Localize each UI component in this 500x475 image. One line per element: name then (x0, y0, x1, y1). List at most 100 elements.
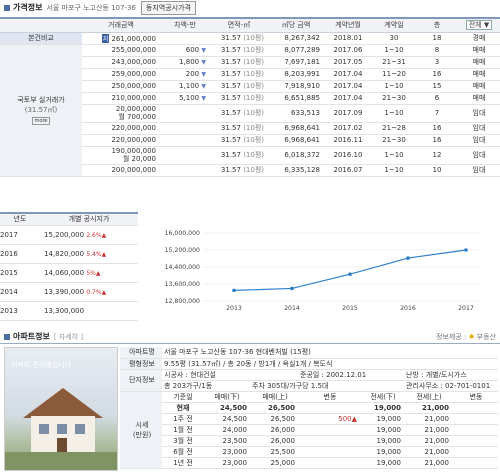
jeonse-low: 19,000 (360, 402, 404, 414)
col-sale-high: 매매(上) (250, 391, 298, 403)
apt-name: 서울 마포구 노고산동 107-36 현대벤처빌 (15평) (162, 347, 499, 359)
x-tick-label: 2015 (342, 305, 358, 312)
contract-day: 1~10 (372, 80, 416, 93)
price-per-sqm: 633,513 (268, 104, 324, 123)
floor: 15 (416, 80, 458, 93)
contract-ym: 2016.11 (324, 134, 372, 147)
y-tick-label: 15,200,000 (165, 247, 200, 254)
price-row: 본건비교 지 261,000,000 31.57 (10평) 8,267,342 2018… (0, 32, 500, 45)
sale-low: 23,500 (202, 435, 250, 447)
col-contract-day: 계약일 (372, 17, 416, 33)
deal-price: 지 261,000,000 (82, 32, 160, 45)
market-row: 1월 전 24,000 26,000 19,000 21,000 (120, 424, 499, 436)
area: 31.57 (10평) (210, 146, 268, 165)
type-filter-select[interactable]: 전체 ▼ (465, 20, 493, 31)
jeonse-low: 19,000 (360, 446, 404, 458)
sale-low: 24,500 (202, 402, 250, 414)
molit-real-price-label: 국토부 실거래가 (31.57㎡) more (0, 44, 82, 177)
floor: 16 (416, 68, 458, 81)
apt-heating: 난방 : 개별/도시가스 (404, 369, 499, 381)
price-diff: 1,800 ▼ (160, 56, 210, 69)
area: 31.57 (10평) (210, 56, 268, 69)
apt-parking: 주차 305대/가구당 1.5대 (250, 380, 404, 392)
official-price-row: 2013 13,300,000 (0, 301, 138, 321)
deal-type: 임대 (458, 134, 500, 147)
data-point (290, 286, 294, 291)
year: 2013 (0, 301, 40, 321)
apt-name-label: 아파트명 (120, 347, 162, 359)
dong-official-price-button[interactable]: 동지역공시가격 (140, 0, 196, 15)
molit-area-text: (31.57㎡) (24, 105, 58, 114)
jeonse-change (452, 413, 499, 425)
base-date: 6월 전 (162, 446, 202, 458)
apt-detail-link[interactable]: [ 자세히 ] (54, 332, 83, 342)
jeonse-high: 21,000 (404, 413, 452, 425)
sale-high: 26,500 (250, 402, 298, 414)
official-price: 15,200,000 2.6%▲ (40, 225, 138, 245)
deal-price: 220,000,000 (82, 134, 160, 147)
year: 2017 (0, 225, 40, 245)
sale-low: 24,500 (202, 413, 250, 425)
deal-type: 임대 (458, 164, 500, 177)
floor: 12 (416, 146, 458, 165)
official-price-row: 2017 15,200,000 2.6%▲ (0, 225, 138, 245)
y-tick-label: 13,600,000 (165, 281, 200, 288)
jeonse-change (452, 457, 499, 469)
molit-label-text: 국토부 실거래가 (17, 95, 65, 104)
col-diff: 차액-만 (160, 17, 210, 33)
jeonse-low: 19,000 (360, 435, 404, 447)
deal-price: 190,000,000 월 20,000 (82, 146, 160, 165)
base-date: 1년 전 (162, 457, 202, 469)
bullet-square-icon (4, 333, 10, 340)
floor: 10 (416, 164, 458, 177)
col-sale-low: 매매(下) (202, 391, 250, 403)
area: 31.57 (10평) (210, 104, 268, 123)
sale-low: 24,000 (202, 424, 250, 436)
sale-low: 23,000 (202, 446, 250, 458)
official-price: 13,390,000 0.7%▲ (40, 282, 138, 302)
base-date: 1주 전 (162, 413, 202, 425)
jeonse-change (452, 424, 499, 436)
contract-ym: 2017.02 (324, 122, 372, 135)
sale-change (298, 424, 360, 436)
data-source-name: 부동산 (476, 333, 496, 341)
base-date: 1월 전 (162, 424, 202, 436)
official-land-price-table: 년도 개별 공시지가 2017 15,200,000 2.6%▲ 2016 14,… (0, 212, 138, 321)
col-contract-ym: 계약년월 (324, 17, 372, 33)
sale-high: 26,500 (250, 413, 298, 425)
contract-day: 1~10 (372, 146, 416, 165)
contract-day: 1~10 (372, 104, 416, 123)
up-arrow-icon: ▲ (101, 250, 107, 258)
down-arrow-icon: ▼ (201, 59, 206, 66)
jeonse-change (452, 435, 499, 447)
price-section-title: 가격정보 (13, 3, 43, 12)
data-point (348, 272, 352, 277)
price-per-sqm: 7,918,910 (268, 80, 324, 93)
contract-ym: 2017.05 (324, 56, 372, 69)
change-rate: 5.4% (86, 250, 102, 258)
official-price-row: 2015 14,060,000 5%▲ (0, 263, 138, 283)
floor: 7 (416, 104, 458, 123)
more-button[interactable]: more (31, 116, 51, 125)
contract-day: 11~20 (372, 68, 416, 81)
apt-section-title: 아파트정보 (13, 332, 50, 341)
deal-price: 220,000,000 (82, 122, 160, 135)
contract-day: 21~30 (372, 92, 416, 105)
year: 2014 (0, 282, 40, 302)
contract-ym: 2017.04 (324, 80, 372, 93)
down-arrow-icon: ▼ (201, 71, 206, 78)
area: 31.57 (10평) (210, 92, 268, 105)
area: 31.57 (10평) (210, 134, 268, 147)
x-tick-label: 2014 (284, 305, 300, 312)
official-price: 14,820,000 5.4%▲ (40, 244, 138, 264)
jeonse-high: 21,000 (404, 424, 452, 436)
official-price-line-chart: 16,000,000 15,200,000 14,400,000 13,600,000… (165, 230, 480, 312)
apt-builder: 시공사 : 현대건설 (162, 369, 298, 381)
y-tick-label: 16,000,000 (165, 230, 200, 237)
floor: 18 (416, 32, 458, 45)
sale-change: 500▲ (298, 413, 360, 425)
apt-section-header: 아파트정보 [ 자세히 ] 정보제공 : ✹ 부동산 (0, 330, 500, 344)
contract-ym: 2017.09 (324, 104, 372, 123)
market-header-row: 시세 (만원) 기준일 매매(下) 매매(上) 변동 전세(下) 전세(上) 변동 (120, 391, 499, 469)
change-rate: 0.7% (86, 288, 102, 296)
